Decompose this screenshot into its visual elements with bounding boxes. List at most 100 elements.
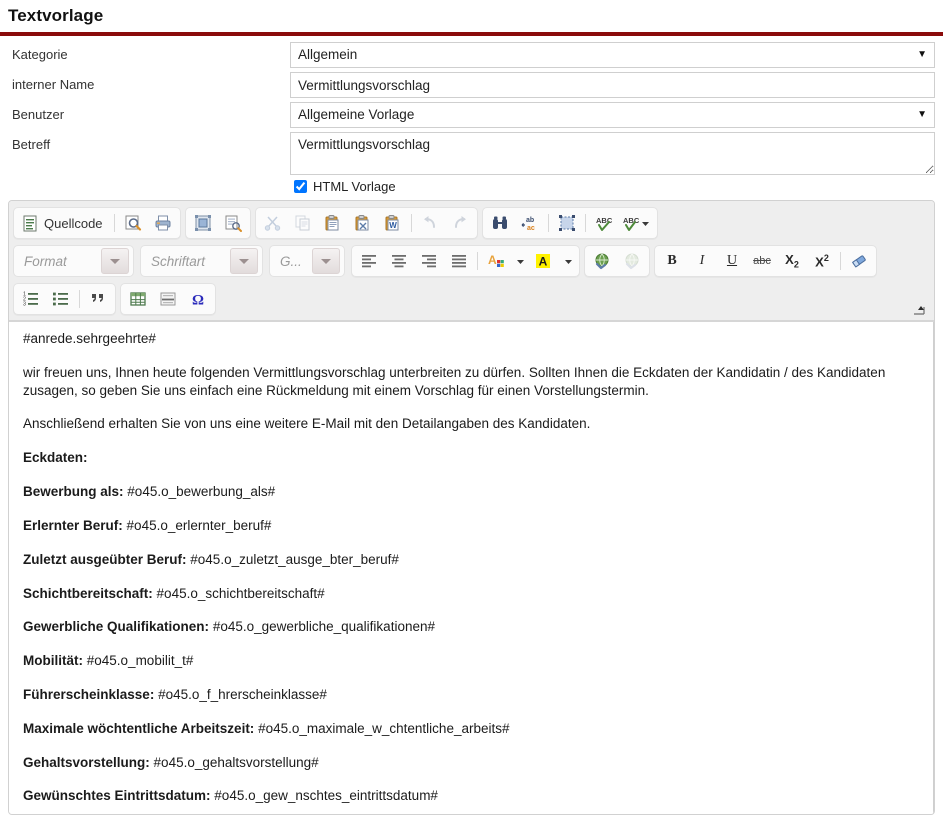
html-template-checkbox-row: HTML Vorlage	[8, 179, 935, 194]
toolbar-row: Format Schriftart G... A A B I U abc X2 …	[11, 242, 932, 280]
source-button-label: Quellcode	[44, 215, 103, 231]
editor-field-term: Zuletzt ausgeübter Beruf:	[23, 551, 187, 567]
find-button[interactable]	[485, 209, 515, 237]
redo-icon	[454, 216, 466, 228]
align-justify-button[interactable]	[444, 247, 474, 275]
superscript-button[interactable]: X2	[807, 247, 837, 275]
editor-content-area[interactable]: #anrede.sehrgeehrte# wir freuen uns, Ihne…	[9, 321, 934, 814]
editor-field-term: Gewünschtes Eintrittsdatum:	[23, 788, 211, 804]
toolbar-group: Ω	[120, 283, 216, 315]
cut-button[interactable]	[258, 209, 288, 237]
format-combo-label: Format	[24, 253, 67, 269]
text-color-icon: A	[488, 253, 504, 267]
format-combo[interactable]: Format	[13, 245, 134, 277]
italic-button[interactable]: I	[687, 247, 717, 275]
select-all-button[interactable]	[552, 209, 582, 237]
remove-format-button[interactable]	[844, 247, 874, 275]
paste-icon	[325, 215, 339, 231]
toolbar-separator	[113, 214, 115, 232]
underline-button[interactable]: U	[717, 247, 747, 275]
paste-text-button[interactable]	[348, 209, 378, 237]
background-color-icon: A	[536, 254, 550, 269]
align-left-button[interactable]	[354, 247, 384, 275]
copy-icon	[295, 215, 310, 231]
align-right-button[interactable]	[414, 247, 444, 275]
form-row: Benutzer Allgemeine Vorlage ▼	[8, 102, 935, 128]
spellcheck-icon: ABC	[596, 216, 612, 231]
form-row: Kategorie Allgemein ▼	[8, 42, 935, 68]
editor-field-line: Gewünschtes Eintrittsdatum: #o45.o_gew_n…	[23, 787, 920, 805]
editor-field-value: #o45.o_maximale_w_chtentliche_arbeits#	[258, 720, 510, 736]
align-center-icon	[392, 255, 406, 268]
page-title: Textvorlage	[8, 6, 104, 25]
blockquote-button[interactable]	[83, 285, 113, 313]
paste-button[interactable]	[318, 209, 348, 237]
chevron-down-icon	[642, 221, 650, 226]
undo-button[interactable]	[415, 209, 445, 237]
bold-button[interactable]: B	[657, 247, 687, 275]
unlink-button[interactable]	[617, 247, 647, 275]
strike-button[interactable]: abc	[747, 247, 777, 275]
editor-field-value: #o45.o_gehaltsvorstellung#	[153, 754, 319, 770]
field-wrapper	[290, 72, 935, 98]
editor-field-term: Schichtbereitschaft:	[23, 585, 153, 601]
editor-paragraph: Anschließend erhalten Sie von uns eine w…	[23, 416, 591, 432]
toolbar-row: Quellcode W ab ac ABC ABC	[11, 204, 932, 242]
copy-button[interactable]	[288, 209, 318, 237]
numbered-list-button[interactable]: 123	[16, 285, 46, 313]
horizontal-rule-button[interactable]	[153, 285, 183, 313]
background-color-dropdown[interactable]	[559, 247, 577, 275]
svg-text:ABC: ABC	[623, 216, 640, 225]
link-button[interactable]	[587, 247, 617, 275]
align-left-icon	[362, 255, 376, 268]
benutzer-select[interactable]: Allgemeine Vorlage	[290, 102, 935, 128]
spellcheck-button[interactable]: ABC	[589, 209, 619, 237]
editor-field-term: Mobilität:	[23, 653, 83, 669]
toolbar-group: A A	[351, 245, 580, 277]
align-center-button[interactable]	[384, 247, 414, 275]
eraser-icon	[851, 255, 866, 268]
editor-field-value: #o45.o_mobilit_t#	[86, 653, 194, 669]
editor-field-line: Schichtbereitschaft: #o45.o_schichtberei…	[23, 585, 920, 603]
table-button[interactable]	[123, 285, 153, 313]
toolbar-separator	[410, 214, 412, 232]
kategorie-select[interactable]: Allgemein	[290, 42, 935, 68]
text-color-dropdown[interactable]	[511, 247, 529, 275]
horizontal-rule-icon	[160, 292, 176, 306]
html-template-checkbox[interactable]	[294, 180, 307, 193]
fontsize-combo[interactable]: G...	[269, 245, 345, 277]
subscript-button[interactable]: X2	[777, 247, 807, 275]
spellcheck-as-you-type-button[interactable]: ABC	[619, 209, 655, 237]
font-combo[interactable]: Schriftart	[140, 245, 263, 277]
bulleted-list-icon	[53, 292, 68, 306]
replace-button[interactable]: ab ac	[515, 209, 545, 237]
field-wrapper: Allgemeine Vorlage ▼	[290, 102, 935, 128]
svg-text:Ω: Ω	[192, 293, 204, 309]
paste-word-icon: W	[385, 215, 399, 231]
background-color-button[interactable]: A	[529, 247, 559, 275]
redo-button[interactable]	[445, 209, 475, 237]
toolbar-collapse-button[interactable]	[907, 299, 931, 317]
numbered-list-icon: 123	[23, 292, 38, 308]
editor-field-line: Gewerbliche Qualifikationen: #o45.o_gewe…	[23, 618, 920, 636]
text-color-button[interactable]: A	[481, 247, 511, 275]
html-template-label[interactable]: HTML Vorlage	[313, 179, 396, 194]
svg-text:ab: ab	[526, 217, 534, 224]
bulleted-list-button[interactable]	[46, 285, 76, 313]
print-button[interactable]	[148, 209, 178, 237]
preview-button[interactable]	[118, 209, 148, 237]
editor-document[interactable]: #anrede.sehrgeehrte# wir freuen uns, Ihne…	[9, 322, 934, 814]
templates-button[interactable]	[188, 209, 218, 237]
editor-field-term: Maximale wöchtentliche Arbeitszeit:	[23, 720, 255, 736]
document-properties-button[interactable]	[218, 209, 248, 237]
special-char-button[interactable]: Ω	[183, 285, 213, 313]
rich-text-editor: Quellcode W ab ac ABC ABC Format Schrift…	[8, 200, 935, 815]
interner-name-input[interactable]	[290, 72, 935, 98]
source-button[interactable]: Quellcode	[16, 209, 111, 237]
benutzer-label: Benutzer	[12, 107, 65, 122]
betreff-textarea[interactable]	[290, 132, 935, 175]
paste-word-button[interactable]: W	[378, 209, 408, 237]
align-right-icon	[422, 255, 436, 268]
toolbar-separator	[477, 252, 478, 270]
paste-text-icon	[355, 215, 369, 231]
